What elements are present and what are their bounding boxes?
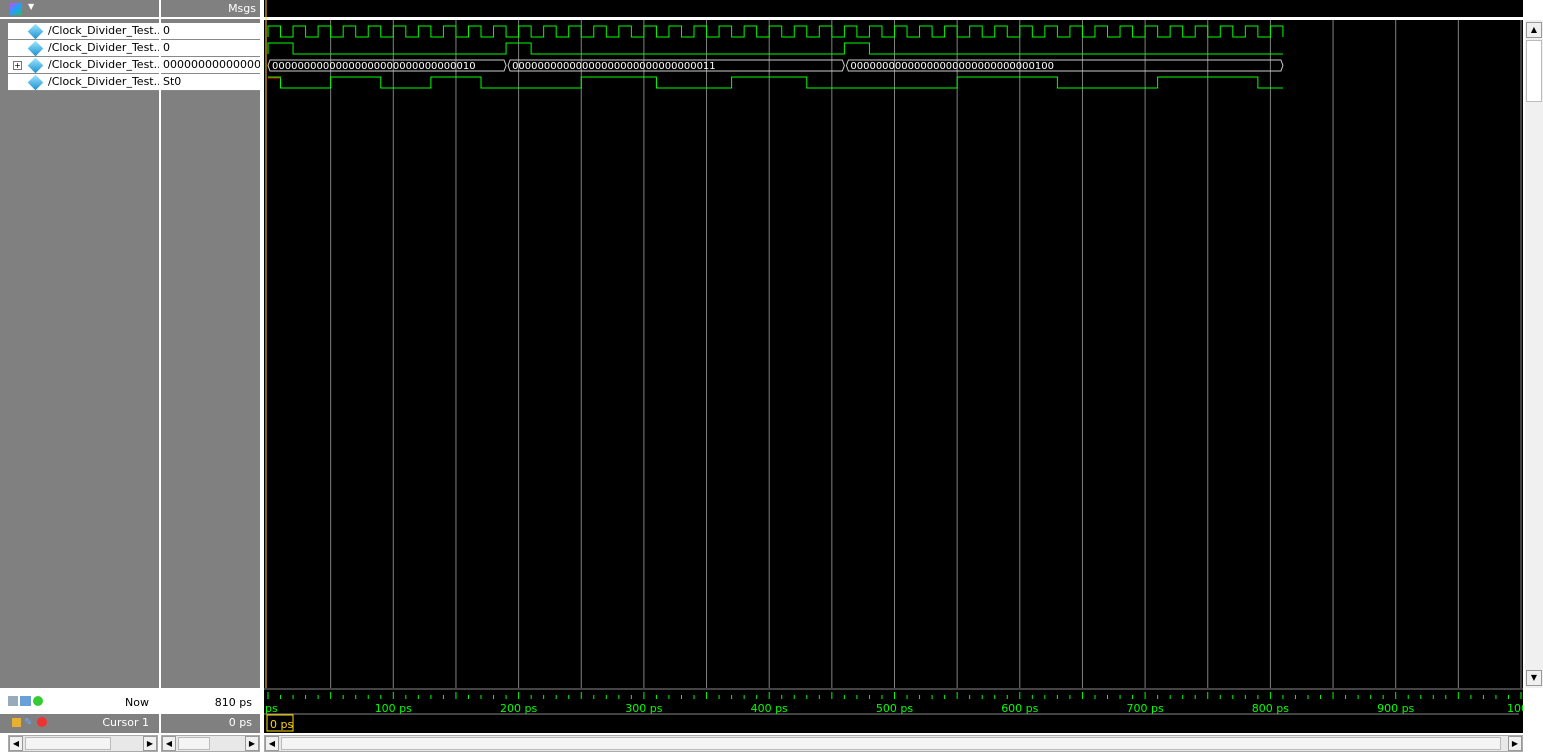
bus-value-label: 00000000000000000000000000000010 (272, 61, 476, 72)
signal-icon (27, 57, 44, 73)
clock-wave (267, 25, 1284, 38)
signal-value: 0 (161, 23, 260, 40)
cursor-marker-label: 0 ps (270, 718, 293, 731)
signal-icon (27, 74, 44, 90)
now-label: Now (125, 696, 149, 709)
values-hscroll-thumb[interactable] (178, 737, 210, 750)
timeline-label: 100 ps (375, 702, 412, 715)
timeline-label: 700 ps (1126, 702, 1163, 715)
expand-icon[interactable]: + (13, 61, 22, 70)
signal-icon (27, 23, 44, 39)
vertical-scroll-thumb[interactable] (1526, 40, 1542, 102)
names-hscrollbar[interactable]: ◀ ▶ (8, 735, 158, 752)
wave-options-icon[interactable] (8, 696, 18, 706)
waveform-pane[interactable]: 00000000000000000000000000000010 00000000… (264, 0, 1535, 733)
signal-value: 00000000000000... (161, 57, 260, 74)
timeline-label: 400 ps (751, 702, 788, 715)
signal-name: /Clock_Divider_Test... (48, 75, 159, 88)
signal-name-row[interactable]: /Clock_Divider_Test... (8, 40, 159, 57)
signal-name-pane: ▼ (0, 0, 159, 688)
signal-value-pane: Msgs (161, 0, 260, 688)
cursor-row: ✎ Cursor 1 (0, 714, 159, 733)
timeline-label: 1000 (1507, 702, 1523, 715)
now-value: 810 ps (214, 696, 252, 709)
names-hscroll-thumb[interactable] (25, 737, 111, 750)
zoom-icon[interactable] (20, 696, 31, 706)
lock-icon[interactable] (12, 718, 21, 727)
timeline-label: 300 ps (625, 702, 662, 715)
cursor-value: 0 ps (228, 716, 252, 729)
wrench-icon[interactable]: ✎ (24, 717, 34, 728)
timeline-label: 200 ps (500, 702, 537, 715)
divided-clock-wave (268, 76, 1283, 89)
wave-hscroll-thumb[interactable] (281, 737, 1501, 750)
signal-name-row[interactable]: + /Clock_Divider_Test... (8, 57, 159, 74)
now-row: Now (0, 690, 159, 714)
add-cursor-icon[interactable] (33, 696, 43, 706)
bus-value-label: 00000000000000000000000000000011 (512, 61, 716, 72)
timeline-label: ps (265, 702, 278, 715)
bus-value-label: 00000000000000000000000000000100 (850, 61, 1054, 72)
vertical-scrollbar[interactable]: ▲ ▼ (1525, 20, 1543, 688)
signal-icon (27, 40, 44, 56)
add-wave-icon[interactable] (10, 3, 22, 15)
waveform-canvas[interactable]: 00000000000000000000000000000010 00000000… (264, 0, 1535, 733)
msgs-header: Msgs (161, 0, 260, 19)
timeline-label: 600 ps (1001, 702, 1038, 715)
name-pane-header: ▼ (0, 0, 159, 19)
values-hscrollbar[interactable]: ◀ ▶ (161, 735, 260, 752)
timeline-label: 500 ps (876, 702, 913, 715)
now-value-cell: 810 ps (161, 690, 260, 714)
scroll-up-button[interactable]: ▲ (1526, 22, 1542, 38)
signal-value: St0 (161, 74, 260, 91)
timeline-label: 800 ps (1252, 702, 1289, 715)
signal-name-row[interactable]: /Clock_Divider_Test... (8, 74, 159, 91)
cursor-value-cell: 0 ps (161, 714, 260, 733)
dropdown-arrow-icon[interactable]: ▼ (28, 2, 34, 11)
scroll-down-button[interactable]: ▼ (1526, 670, 1542, 686)
signal-name: /Clock_Divider_Test... (48, 24, 159, 37)
signal-value: 0 (161, 40, 260, 57)
pulse-wave (267, 42, 1283, 55)
signal-name: /Clock_Divider_Test... (48, 41, 159, 54)
cursor-label: Cursor 1 (102, 716, 149, 729)
signal-name: /Clock_Divider_Test... (48, 58, 159, 71)
delete-cursor-icon[interactable] (37, 717, 47, 727)
wave-hscrollbar[interactable]: ◀ ▶ (264, 735, 1523, 752)
header-divider (264, 17, 1523, 20)
signal-name-row[interactable]: /Clock_Divider_Test... (8, 23, 159, 40)
timeline-label: 900 ps (1377, 702, 1414, 715)
